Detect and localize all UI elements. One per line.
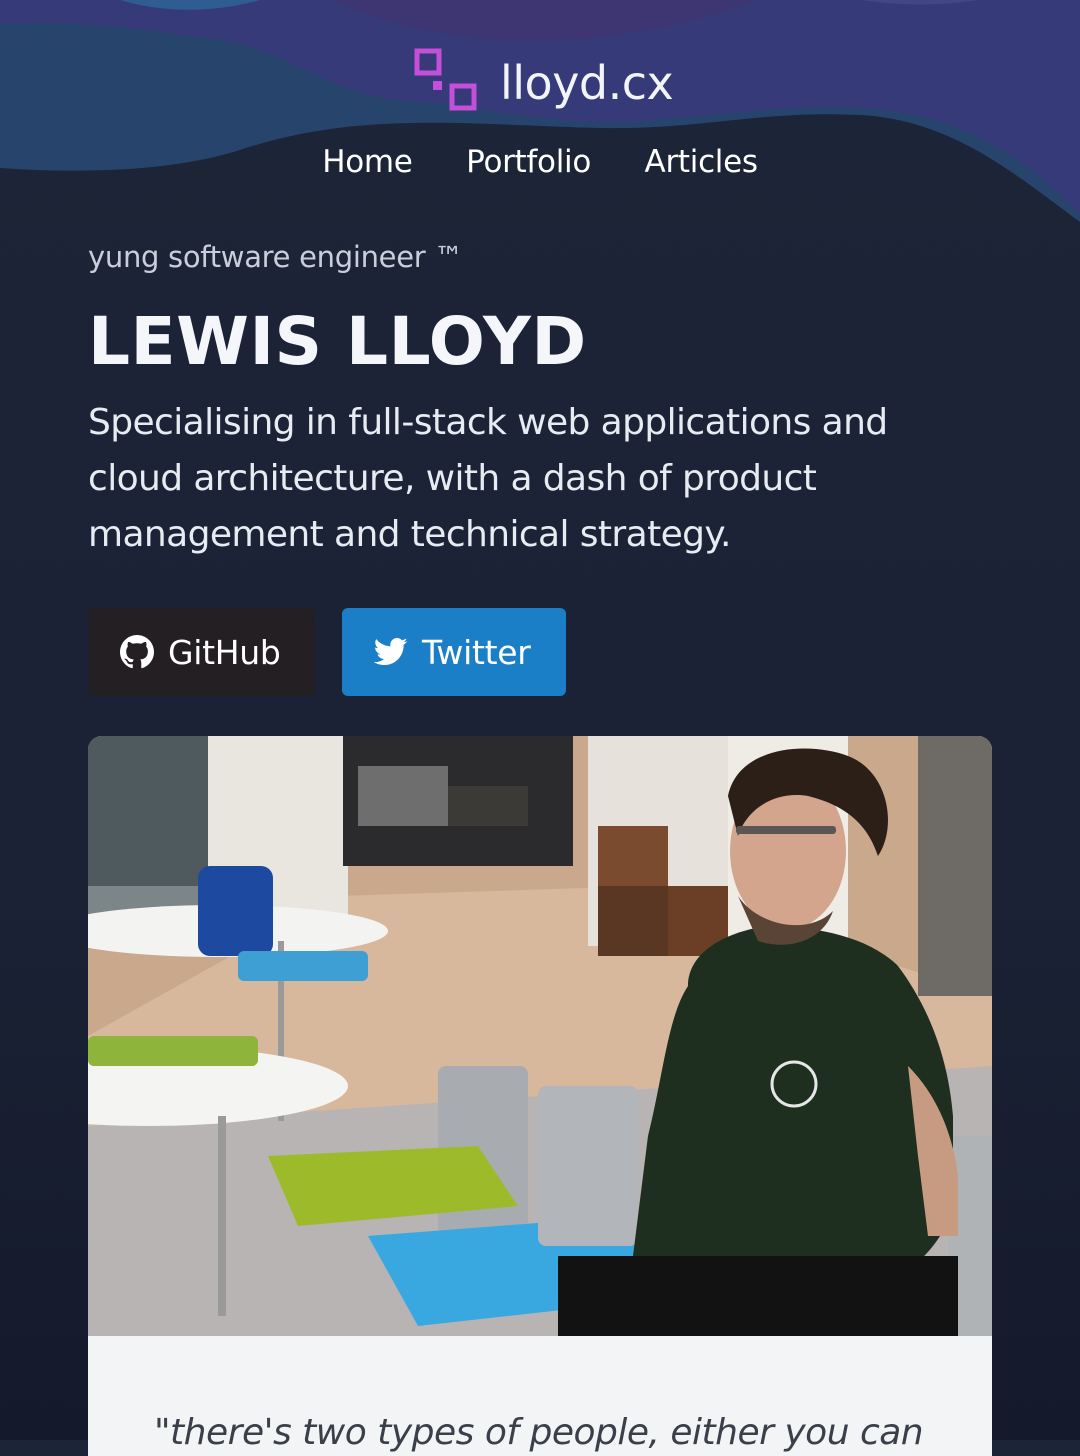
github-button[interactable]: GitHub — [88, 608, 315, 696]
profile-card: "there's two types of people, either you… — [88, 736, 992, 1456]
profile-photo — [88, 736, 992, 1336]
quote-text: "there's two types of people, either you… — [154, 1412, 924, 1453]
hero-tagline: yung software engineer ™ — [88, 240, 463, 274]
main-nav: Home Portfolio Articles — [0, 140, 1080, 184]
github-button-label: GitHub — [168, 632, 281, 672]
site-title[interactable]: lloyd.cx — [500, 52, 674, 114]
site-header: lloyd.cx Home Portfolio Articles — [0, 0, 1080, 200]
nav-home-link[interactable]: Home — [322, 144, 413, 180]
twitter-button-label: Twitter — [422, 632, 531, 672]
hero-intro: Specialising in full-stack web applicati… — [88, 402, 888, 555]
twitter-button[interactable]: Twitter — [342, 608, 566, 696]
nav-articles-link[interactable]: Articles — [645, 144, 759, 180]
github-icon — [120, 635, 154, 669]
hero-name: LEWIS LLOYD — [88, 303, 587, 380]
twitter-icon — [374, 637, 408, 666]
nav-portfolio-link[interactable]: Portfolio — [466, 144, 591, 180]
squares-logo-icon[interactable] — [412, 46, 482, 116]
